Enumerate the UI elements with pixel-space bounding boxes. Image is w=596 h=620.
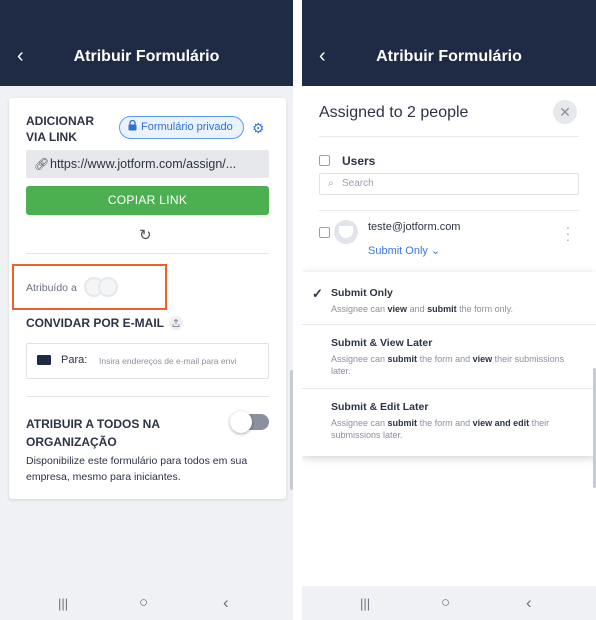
add-via-link-heading-line2: VIA LINK [26, 130, 77, 144]
add-via-link-heading: ADICIONAR VIA LINK [26, 113, 94, 145]
search-icon: ⌕ [328, 178, 334, 189]
user-email: teste@jotform.com [368, 221, 461, 233]
more-options-icon[interactable]: · · · [565, 220, 571, 246]
assign-all-org-heading-line1: ATRIBUIR A TODOS NA [26, 417, 160, 431]
recent-apps-icon[interactable]: ||| [58, 596, 68, 611]
modal-divider [319, 210, 579, 211]
email-input-field[interactable]: Para: Insira endereços de e-mail para en… [26, 343, 269, 379]
recent-apps-icon[interactable]: ||| [360, 596, 370, 611]
copy-link-button[interactable]: COPIAR LINK [26, 186, 269, 215]
assign-all-org-heading-line2: ORGANIZAÇÃO [26, 435, 117, 449]
page-title: Atribuir Formulário [376, 48, 522, 65]
android-nav-bar: ||| ○ ‹ [0, 586, 293, 620]
private-form-label: Formulário privado [141, 121, 233, 133]
role-option-name: Submit & Edit Later [331, 401, 429, 413]
assign-all-toggle[interactable] [230, 411, 269, 433]
home-icon[interactable]: ○ [441, 594, 450, 611]
role-option-description: Assignee can submit the form and view an… [331, 418, 550, 440]
form-link-url: https://www.jotform.com/assign/... [50, 157, 237, 171]
app-header: ‹ Atribuir Formulário [302, 0, 596, 86]
role-option-name: Submit & View Later [331, 337, 433, 349]
org-description: Disponibilize este formulário para todos… [26, 455, 248, 483]
share-icon[interactable] [169, 316, 183, 330]
page-title: Atribuir Formulário [73, 48, 220, 65]
section-divider [26, 253, 269, 254]
users-label: Users [342, 154, 376, 168]
search-placeholder: Search [342, 178, 374, 189]
search-input[interactable]: ⌕ Search [319, 173, 579, 195]
select-all-checkbox[interactable] [319, 155, 330, 166]
gear-icon[interactable]: ⚙ [252, 121, 265, 135]
form-link-field[interactable]: 🔗︎ https://www.jotform.com/assign/... [26, 150, 269, 178]
avatar [334, 220, 358, 244]
role-option-name: Submit Only [331, 287, 393, 299]
right-phone-screen: ‹ Atribuir Formulário Assigned to 2 peop… [302, 0, 596, 620]
assign-all-org-heading: ATRIBUIR A TODOS NA ORGANIZAÇÃO [26, 415, 160, 451]
to-label: Para: [61, 354, 88, 366]
add-via-link-heading-line1: ADICIONAR [26, 114, 94, 128]
assigned-users-modal: Assigned to 2 people ✕ Users ⌕ Search te… [302, 86, 596, 586]
role-option-submit-only[interactable]: ✓ Submit Only Assignee can view and subm… [302, 272, 596, 324]
email-placeholder: Insira endereços de e-mail para envi [99, 356, 237, 366]
nav-back-icon[interactable]: ‹ [526, 593, 532, 613]
lock-icon [128, 120, 137, 131]
invite-by-email-heading: CONVIDAR POR E-MAIL [26, 316, 164, 330]
scrollbar[interactable] [290, 370, 293, 490]
role-option-description: Assignee can view and submit the form on… [331, 304, 513, 314]
home-icon[interactable]: ○ [139, 594, 148, 611]
highlight-box [12, 264, 167, 310]
user-checkbox[interactable] [319, 227, 330, 238]
left-phone-screen: ‹ Atribuir Formulário ADICIONAR VIA LINK… [0, 0, 293, 620]
user-role-dropdown[interactable]: Submit Only ⌄ [368, 244, 440, 257]
close-icon[interactable]: ✕ [553, 100, 577, 124]
role-option-submit-edit-later[interactable]: Submit & Edit Later Assignee can submit … [302, 389, 596, 456]
role-option-submit-view-later[interactable]: Submit & View Later Assignee can submit … [302, 325, 596, 388]
nav-back-icon[interactable]: ‹ [223, 593, 229, 613]
link-icon: 🔗︎ [34, 157, 50, 171]
user-avatar-icon [339, 226, 353, 238]
mail-icon [37, 355, 51, 365]
refresh-icon[interactable]: ↻ [139, 226, 152, 244]
modal-title: Assigned to 2 people [319, 104, 469, 121]
private-form-badge[interactable]: Formulário privado [119, 116, 244, 139]
role-option-description: Assignee can submit the form and view th… [331, 354, 565, 376]
app-header: ‹ Atribuir Formulário [0, 0, 293, 86]
checkmark-icon: ✓ [312, 286, 323, 301]
role-dropdown-menu: ✓ Submit Only Assignee can view and subm… [302, 272, 596, 456]
android-nav-bar: ||| ○ ‹ [302, 586, 596, 620]
toggle-knob [230, 411, 252, 433]
modal-divider [319, 136, 579, 137]
section-divider [26, 396, 269, 397]
